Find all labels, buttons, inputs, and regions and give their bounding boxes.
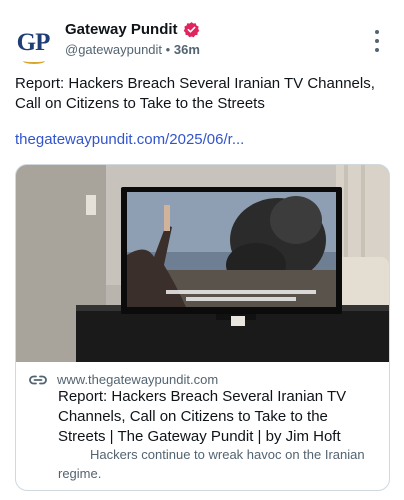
avatar-swoosh <box>23 58 45 64</box>
card-title[interactable]: Report: Hackers Breach Several Iranian T… <box>58 387 378 447</box>
card-domain: www.thegatewaypundit.com <box>57 372 219 387</box>
post[interactable]: GP Gateway Pundit @gatewaypundit • 36m R… <box>0 0 404 500</box>
card-domain-row: www.thegatewaypundit.com <box>28 372 218 387</box>
verified-badge-icon <box>183 21 200 38</box>
author-display-name[interactable]: Gateway Pundit <box>65 21 200 38</box>
meta-separator: • <box>165 42 171 57</box>
avatar[interactable]: GP <box>13 24 53 64</box>
link-icon <box>28 373 48 387</box>
card-thumbnail-image[interactable] <box>16 165 389 362</box>
post-timestamp[interactable]: 36m <box>174 42 200 57</box>
author-handle[interactable]: @gatewaypundit <box>65 42 162 57</box>
more-options-icon[interactable] <box>369 30 385 52</box>
post-text: Report: Hackers Breach Several Iranian T… <box>15 75 375 112</box>
post-link[interactable]: thegatewaypundit.com/2025/06/r... <box>15 131 244 148</box>
display-name-text: Gateway Pundit <box>65 21 178 38</box>
post-meta: @gatewaypundit • 36m <box>65 42 200 57</box>
link-preview-card[interactable]: www.thegatewaypundit.com Report: Hackers… <box>15 164 390 491</box>
avatar-logo-text: GP <box>16 29 51 56</box>
card-description: Hackers continue to wreak havoc on the I… <box>58 447 365 481</box>
